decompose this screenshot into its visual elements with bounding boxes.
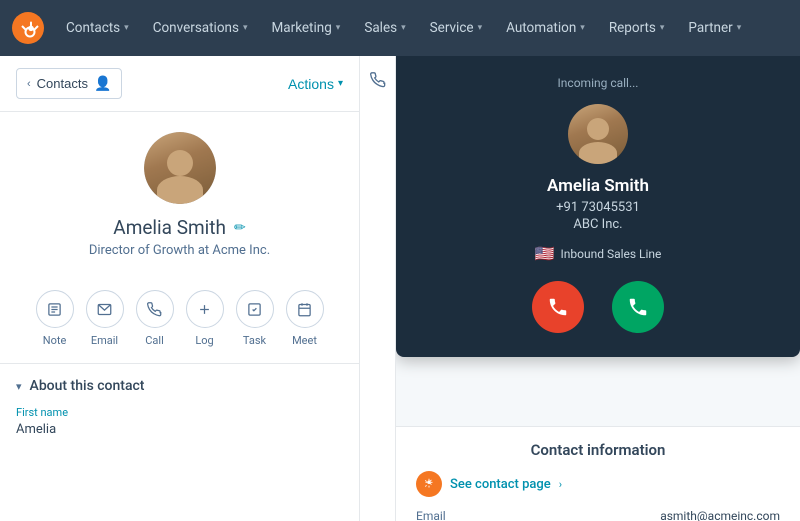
meet-icon [286, 290, 324, 328]
chevron-down-icon: ▾ [660, 23, 665, 33]
log-icon [186, 290, 224, 328]
nav-automation[interactable]: Automation ▾ [496, 14, 595, 42]
arrow-right-icon: › [559, 478, 562, 491]
email-label: Email [416, 509, 446, 521]
flag-icon: 🇺🇸 [535, 244, 555, 263]
right-area: red b... er IT c... es. floors d lead _R… [396, 56, 800, 521]
meet-action[interactable]: Meet [286, 290, 324, 347]
left-panel: ‹ Contacts 👤 Actions ▾ Amelia Smith ✏ Di… [0, 56, 360, 521]
main-layout: ‹ Contacts 👤 Actions ▾ Amelia Smith ✏ Di… [0, 56, 800, 521]
hubspot-logo[interactable] [12, 12, 44, 44]
field-group-firstname: First name Amelia [16, 394, 343, 437]
nav-service[interactable]: Service ▾ [420, 14, 492, 42]
incoming-call-modal: Incoming call... Amelia Smith +91 730455… [396, 56, 800, 357]
left-panel-header: ‹ Contacts 👤 Actions ▾ [0, 56, 359, 112]
first-name-value: Amelia [16, 422, 343, 437]
email-info-row: Email asmith@acmeinc.com [416, 509, 780, 521]
caller-avatar [568, 104, 628, 164]
avatar [144, 132, 216, 204]
chevron-down-icon: ▾ [336, 23, 341, 33]
contact-name-row: Amelia Smith ✏ [113, 216, 245, 239]
call-icon [136, 290, 174, 328]
nav-marketing[interactable]: Marketing ▾ [261, 14, 350, 42]
contact-name: Amelia Smith [113, 216, 226, 239]
about-header[interactable]: ▾ About this contact [16, 378, 343, 394]
incoming-call-label: Incoming call... [558, 76, 639, 90]
call-action[interactable]: Call [136, 290, 174, 347]
chevron-down-icon: ▾ [243, 23, 248, 33]
sales-line-label: Inbound Sales Line [560, 247, 661, 261]
actions-button[interactable]: Actions ▾ [288, 76, 343, 92]
contact-info-title: Contact information [416, 441, 780, 459]
note-icon [36, 290, 74, 328]
user-icon: 👤 [94, 75, 111, 92]
chevron-down-icon: ▾ [737, 23, 742, 33]
log-action[interactable]: Log [186, 290, 224, 347]
first-name-label: First name [16, 406, 343, 419]
sales-line-row: 🇺🇸 Inbound Sales Line [535, 244, 662, 263]
nav-conversations[interactable]: Conversations ▾ [143, 14, 258, 42]
email-icon [86, 290, 124, 328]
contact-info-panel: Contact information See contact page › E… [396, 426, 800, 521]
phone-icon[interactable] [370, 72, 386, 92]
contact-actions-row: Note Email Call Log [0, 290, 359, 363]
contacts-back-button[interactable]: ‹ Contacts 👤 [16, 68, 122, 99]
email-action[interactable]: Email [86, 290, 124, 347]
about-section: ▾ About this contact First name Amelia [0, 364, 359, 451]
chevron-down-icon: ▾ [338, 78, 343, 89]
nav-reports[interactable]: Reports ▾ [599, 14, 675, 42]
accept-call-button[interactable] [612, 281, 664, 333]
caller-phone: +91 73045531 [556, 200, 640, 215]
note-action[interactable]: Note [36, 290, 74, 347]
contact-title: Director of Growth at Acme Inc. [89, 243, 270, 258]
decline-call-button[interactable] [532, 281, 584, 333]
edit-icon[interactable]: ✏ [234, 220, 246, 236]
nav-bar: Contacts ▾ Conversations ▾ Marketing ▾ S… [0, 0, 800, 56]
contact-profile: Amelia Smith ✏ Director of Growth at Acm… [0, 112, 359, 290]
chevron-down-icon: ▾ [16, 380, 22, 393]
caller-name: Amelia Smith [547, 176, 649, 196]
nav-contacts[interactable]: Contacts ▾ [56, 14, 139, 42]
phone-sidebar [360, 56, 396, 521]
see-contact-label: See contact page [450, 477, 551, 492]
chevron-down-icon: ▾ [478, 23, 483, 33]
task-action[interactable]: Task [236, 290, 274, 347]
task-icon [236, 290, 274, 328]
chevron-left-icon: ‹ [27, 78, 31, 90]
nav-partner[interactable]: Partner ▾ [678, 14, 751, 42]
email-value: asmith@acmeinc.com [660, 509, 780, 521]
call-action-buttons [532, 281, 664, 333]
hubspot-sprocket-icon [416, 471, 442, 497]
chevron-down-icon: ▾ [580, 23, 585, 33]
chevron-down-icon: ▾ [124, 23, 129, 33]
chevron-down-icon: ▾ [401, 23, 406, 33]
nav-sales[interactable]: Sales ▾ [354, 14, 415, 42]
see-contact-row[interactable]: See contact page › [416, 471, 780, 497]
caller-company: ABC Inc. [573, 217, 622, 232]
